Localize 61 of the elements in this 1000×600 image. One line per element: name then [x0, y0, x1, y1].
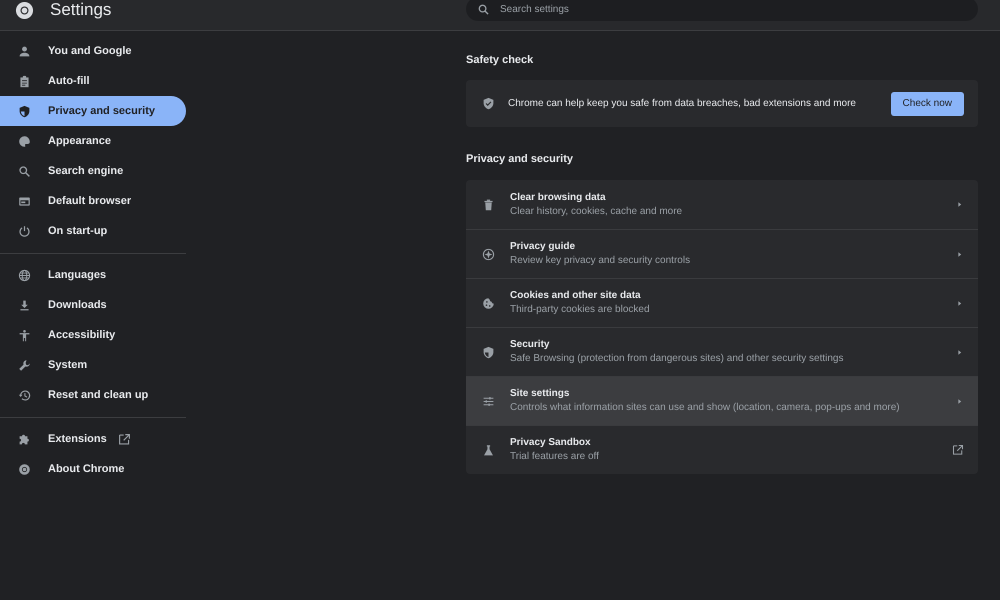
- sidebar-item[interactable]: Languages: [0, 260, 186, 290]
- section-heading: Privacy and security: [466, 152, 574, 167]
- sidebar-item[interactable]: Appearance: [0, 126, 186, 156]
- accessibility-icon: [18, 328, 31, 342]
- palette-icon: [18, 134, 31, 148]
- row-title: Cookies and other site data: [510, 289, 642, 303]
- sidebar-item[interactable]: About Chrome: [0, 454, 186, 484]
- external-link-icon[interactable]: [952, 444, 964, 456]
- trash-icon: [482, 198, 495, 211]
- flask-icon: [482, 444, 495, 456]
- settings-row[interactable]: Cookies and other site data Third-party cookies are blocked: [466, 278, 978, 327]
- shield-check-icon: [482, 96, 495, 110]
- row-subtitle: Clear history, cookies, cache and more: [510, 204, 684, 218]
- history-icon: [18, 388, 31, 402]
- puzzle-piece-icon: [18, 432, 31, 446]
- row-subtitle: Safe Browsing (protection from dangerous sites) and other security settings: [510, 352, 844, 366]
- search-icon: [478, 4, 489, 15]
- section-heading: Safety check: [466, 53, 534, 68]
- row-subtitle: Review key privacy and security controls: [510, 254, 692, 268]
- chrome-logo-icon: [18, 462, 31, 476]
- settings-row[interactable]: Privacy Sandbox Trial features are off: [466, 425, 978, 474]
- wrench-icon: [18, 358, 31, 372]
- row-title: Privacy guide: [510, 240, 576, 254]
- sidebar-item[interactable]: You and Google: [0, 36, 186, 66]
- shield-icon: [18, 104, 31, 118]
- power-icon: [18, 224, 31, 238]
- person-icon: [18, 44, 31, 58]
- sidebar-item[interactable]: On start-up: [0, 216, 186, 246]
- sidebar-item[interactable]: System: [0, 350, 186, 380]
- sidebar-item[interactable]: Auto-fill: [0, 66, 186, 96]
- cookie-icon: [482, 296, 495, 310]
- row-subtitle: Controls what information sites can use and show (location, camera, pop-ups and more): [510, 401, 901, 415]
- page-title: Settings: [50, 0, 112, 20]
- row-title: Privacy Sandbox: [510, 436, 592, 450]
- download-icon: [18, 298, 31, 312]
- check-now-button[interactable]: Check now: [890, 92, 964, 116]
- shield-icon: [482, 346, 495, 358]
- browser-window-icon: [18, 194, 31, 208]
- row-subtitle: Third-party cookies are blocked: [510, 303, 651, 317]
- sidebar-item[interactable]: Extensions: [0, 424, 186, 454]
- safety-check-text: Chrome can help keep you safe from data breaches, bad extensions and more: [508, 97, 857, 111]
- row-title: Clear browsing data: [510, 190, 607, 204]
- row-title: Security: [510, 338, 550, 352]
- sliders-icon: [482, 394, 495, 408]
- globe-icon: [18, 268, 31, 282]
- row-title: Site settings: [510, 387, 570, 401]
- external-link-icon[interactable]: [118, 432, 131, 446]
- sidebar-item[interactable]: Downloads: [0, 290, 186, 320]
- sidebar-item[interactable]: Search engine: [0, 156, 186, 186]
- sidebar-item[interactable]: Privacy and security: [0, 96, 186, 126]
- search-field[interactable]: Search settings: [466, 0, 978, 21]
- sidebar-item[interactable]: Accessibility: [0, 320, 186, 350]
- clipboard-icon: [18, 74, 31, 88]
- settings-row[interactable]: Site settings Controls what information sites can use and show (location, camera, pop-ups and more): [466, 376, 978, 425]
- compass-icon: [482, 248, 495, 260]
- settings-row[interactable]: Privacy guide Review key privacy and security controls: [466, 229, 978, 278]
- search-icon: [18, 164, 31, 178]
- row-subtitle: Trial features are off: [510, 450, 600, 464]
- settings-row[interactable]: Clear browsing data Clear history, cookies, cache and more: [466, 180, 978, 229]
- sidebar-item[interactable]: Reset and clean up: [0, 380, 186, 410]
- sidebar-item[interactable]: Default browser: [0, 186, 186, 216]
